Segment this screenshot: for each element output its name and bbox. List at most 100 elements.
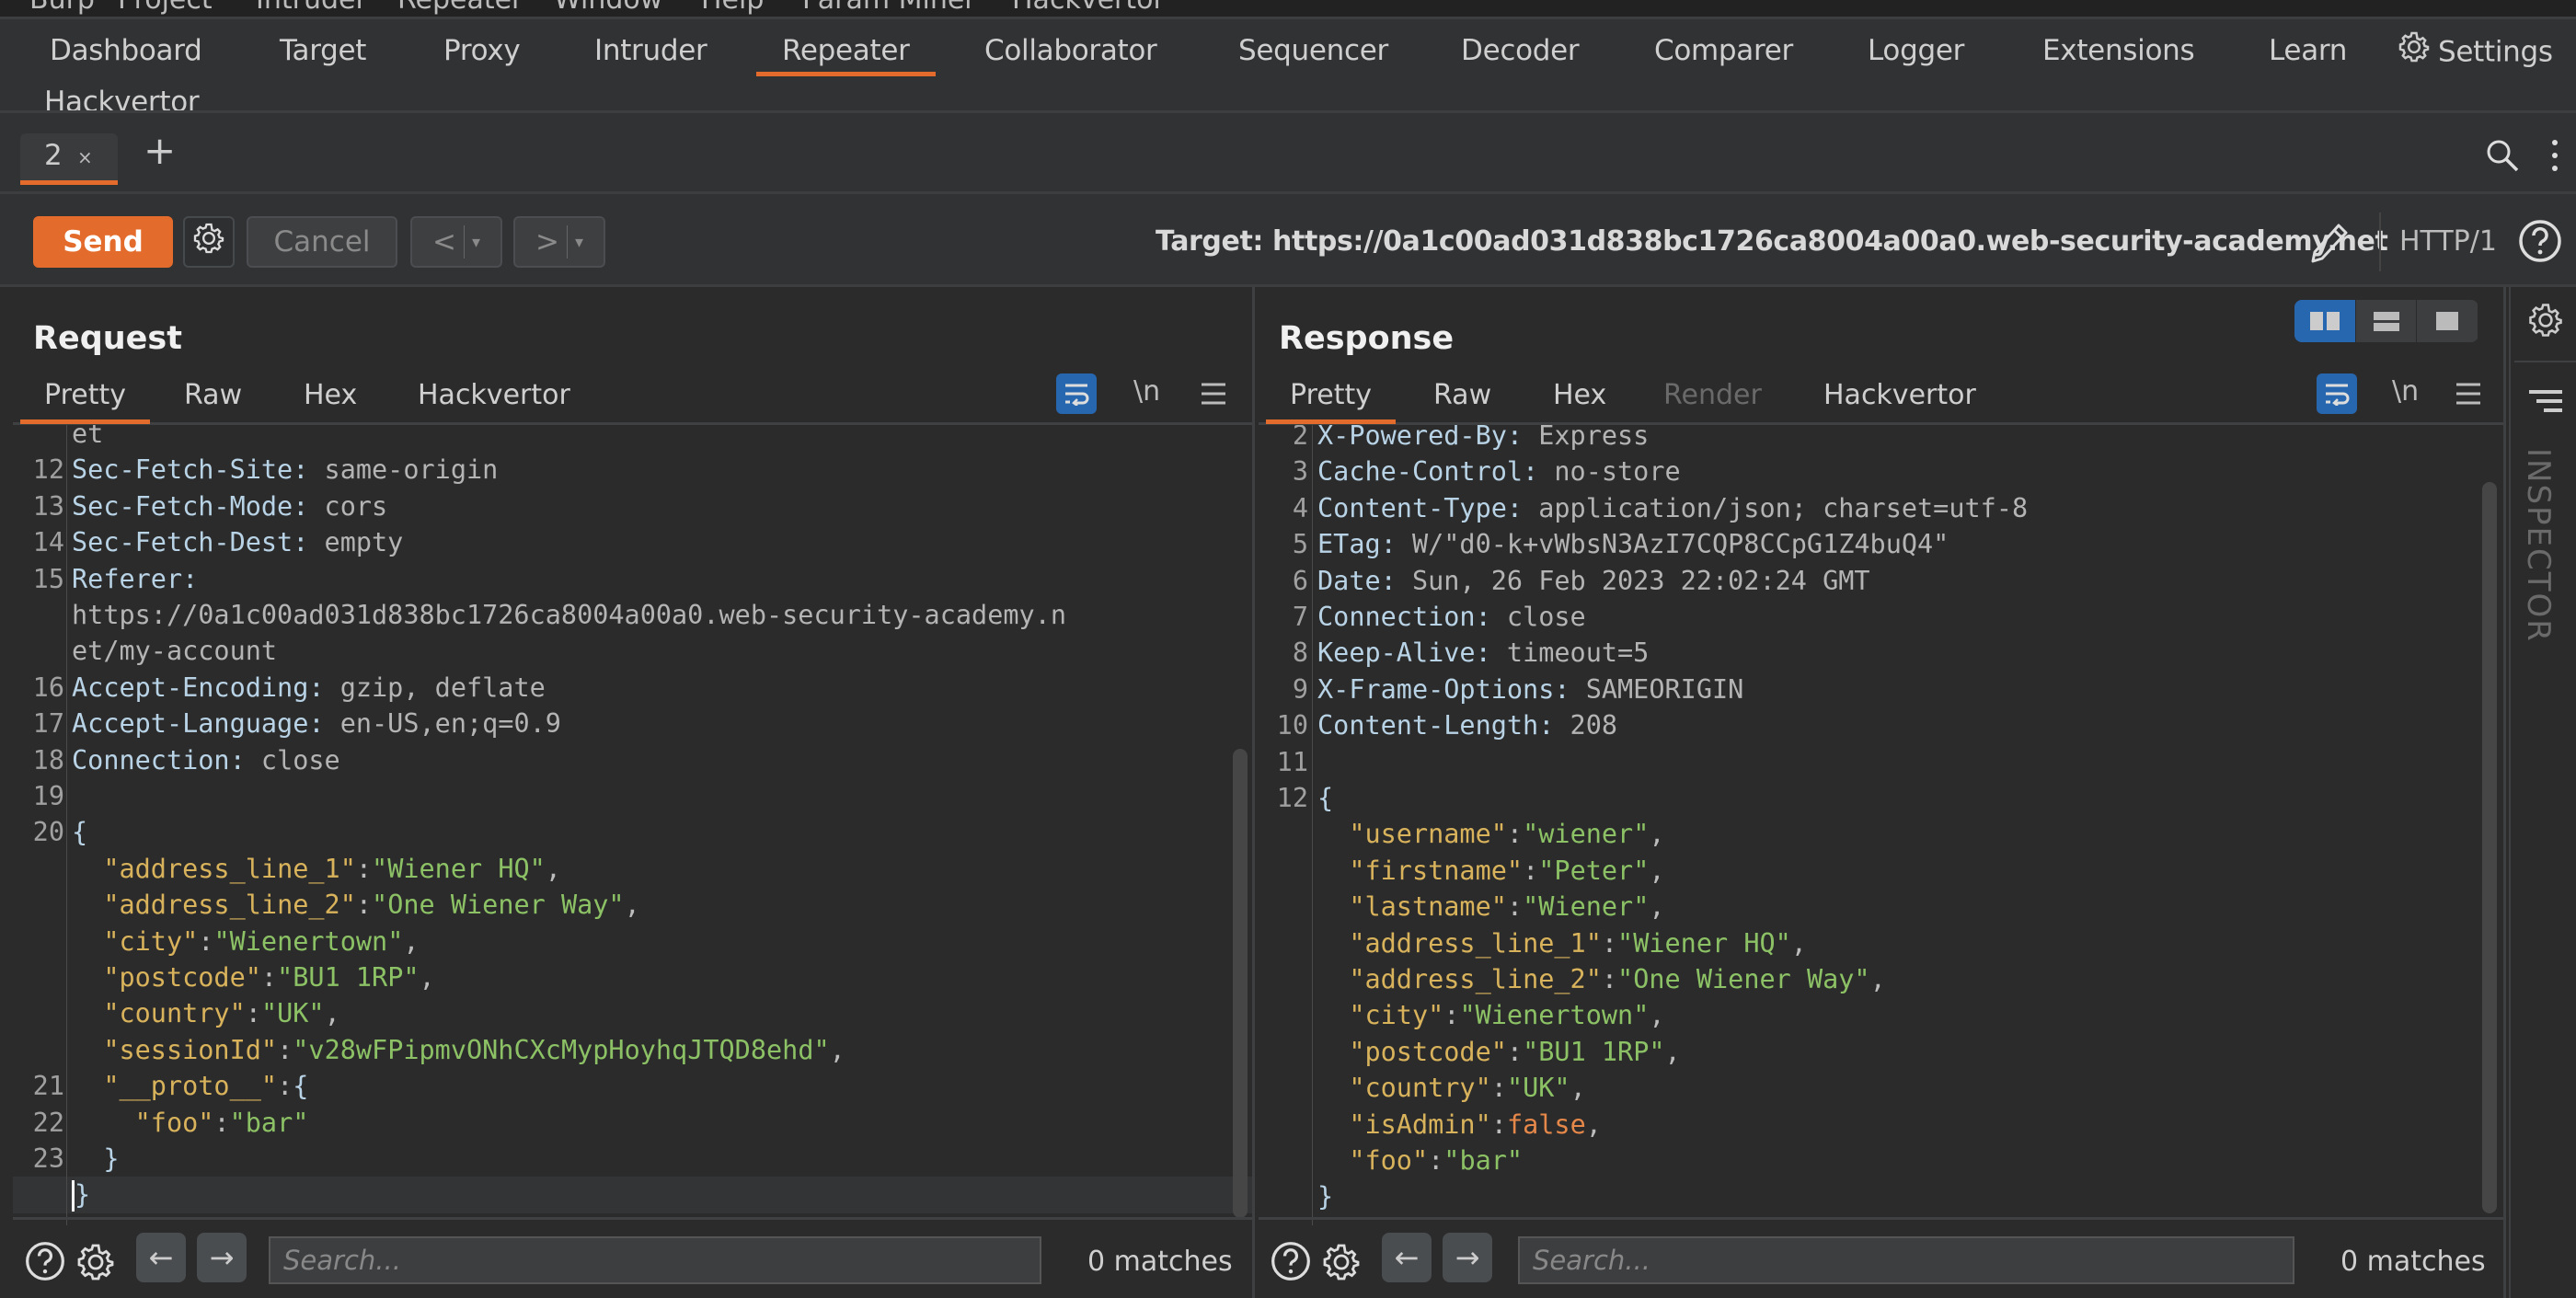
previous-match-button[interactable]: ← xyxy=(1382,1233,1432,1282)
line-number: 17 xyxy=(32,708,64,740)
more-options-icon[interactable] xyxy=(2548,137,2561,178)
word-wrap-toggle[interactable] xyxy=(1056,373,1097,414)
response-tab-hackvertor[interactable]: Hackvertor xyxy=(1823,379,1976,411)
response-tab-raw[interactable]: Raw xyxy=(1433,379,1491,411)
tab-extensions[interactable]: Extensions xyxy=(2042,29,2195,73)
chevron-down-icon[interactable]: ▾ xyxy=(472,233,480,252)
next-match-button[interactable]: → xyxy=(1443,1233,1492,1282)
tab-dashboard[interactable]: Dashboard xyxy=(50,29,202,73)
word-wrap-toggle[interactable] xyxy=(2317,373,2357,414)
response-tab-pretty[interactable]: Pretty xyxy=(1266,379,1396,424)
cancel-button[interactable]: Cancel xyxy=(247,216,397,268)
menu-window[interactable]: Window xyxy=(554,0,662,16)
layout-side-by-side-button[interactable] xyxy=(2294,300,2356,342)
tab-comparer[interactable]: Comparer xyxy=(1654,29,1793,73)
help-icon[interactable] xyxy=(24,1240,66,1286)
request-scrollbar[interactable] xyxy=(1233,749,1248,1218)
hamburger-menu-icon[interactable] xyxy=(1200,381,1227,410)
token: cors xyxy=(308,490,388,522)
previous-match-button[interactable]: ← xyxy=(136,1233,186,1282)
search-settings-gear-icon[interactable] xyxy=(1319,1240,1363,1288)
help-icon[interactable] xyxy=(2517,218,2563,268)
menu-param-miner[interactable]: Param Miner xyxy=(802,0,976,16)
hamburger-menu-icon[interactable] xyxy=(2455,381,2482,410)
response-tab-hex[interactable]: Hex xyxy=(1553,379,1606,411)
token: Connection: xyxy=(72,744,246,775)
next-match-button[interactable]: → xyxy=(197,1233,247,1282)
forward-history-button[interactable]: > ▾ xyxy=(513,216,605,268)
code-text: "address_line_1":"Wiener HQ", xyxy=(1317,925,1807,961)
line-number: 5 xyxy=(1292,529,1308,560)
line-number: 23 xyxy=(32,1143,64,1174)
inspector-sidebar: INSPECTOR xyxy=(2509,287,2576,1298)
edit-target-icon[interactable] xyxy=(2307,220,2352,270)
request-line: "address_line_1":"Wiener HQ", xyxy=(13,851,1252,887)
token: , xyxy=(1649,819,1665,850)
gear-icon[interactable] xyxy=(2525,300,2566,344)
tab-intruder[interactable]: Intruder xyxy=(594,29,707,73)
request-tab-raw[interactable]: Raw xyxy=(184,379,242,411)
menu-burp[interactable]: Burp xyxy=(29,0,95,16)
token: : xyxy=(1490,1108,1507,1140)
token: , xyxy=(1790,927,1807,959)
token: et/my-account xyxy=(72,636,278,667)
request-line: 23 } xyxy=(13,1141,1252,1177)
token: false xyxy=(1506,1108,1586,1140)
menu-help[interactable]: Help xyxy=(701,0,764,16)
tab-sequencer[interactable]: Sequencer xyxy=(1238,29,1388,73)
menu-intruder[interactable]: Intruder xyxy=(256,0,367,16)
request-search-input[interactable] xyxy=(269,1236,1041,1284)
show-newlines-toggle[interactable]: \n xyxy=(1133,375,1160,408)
tab-learn[interactable]: Learn xyxy=(2269,29,2347,73)
response-search-input[interactable] xyxy=(1518,1236,2294,1284)
menu-project[interactable]: Project xyxy=(118,0,213,16)
token: "bar" xyxy=(1443,1145,1524,1176)
repeater-tab-2[interactable]: 2 × xyxy=(20,133,118,185)
tab-repeater[interactable]: Repeater xyxy=(756,29,936,76)
request-tab-hackvertor[interactable]: Hackvertor xyxy=(418,379,570,411)
tab-proxy[interactable]: Proxy xyxy=(443,29,521,73)
menu-hackvertor[interactable]: Hackvertor xyxy=(1012,0,1165,16)
request-editor[interactable]: } 23 } 22 "foo":"bar" 21 "__proto__":{ "ses… xyxy=(13,425,1252,1225)
response-tab-render[interactable]: Render xyxy=(1663,379,1762,411)
filter-icon[interactable] xyxy=(2527,388,2564,419)
layout-single-button[interactable] xyxy=(2417,300,2478,342)
chevron-down-icon[interactable]: ▾ xyxy=(575,233,583,252)
tab-settings[interactable]: Settings xyxy=(2396,29,2553,73)
tab-collaborator[interactable]: Collaborator xyxy=(984,29,1157,73)
request-tab-pretty[interactable]: Pretty xyxy=(20,379,150,424)
close-tab-icon[interactable]: × xyxy=(77,146,93,168)
response-scrollbar[interactable] xyxy=(2482,482,2497,1213)
token: "country" xyxy=(103,998,246,1029)
menu-repeater[interactable]: Repeater xyxy=(397,0,523,16)
request-tab-hex[interactable]: Hex xyxy=(304,379,357,411)
token: "Wiener" xyxy=(1523,891,1650,923)
code-text: Referer: xyxy=(72,561,198,597)
search-settings-gear-icon[interactable] xyxy=(74,1240,118,1288)
show-newlines-toggle[interactable]: \n xyxy=(2392,375,2419,408)
help-icon[interactable] xyxy=(1270,1240,1312,1286)
send-button[interactable]: Send xyxy=(33,216,173,268)
add-tab-button[interactable]: + xyxy=(144,128,176,173)
back-history-button[interactable]: < ▾ xyxy=(410,216,502,268)
http-version-toggle[interactable]: HTTP/1 xyxy=(2399,225,2497,258)
layout-stacked-button[interactable] xyxy=(2356,300,2418,342)
repeater-tabs: 2 × + xyxy=(0,110,2576,191)
response-editor[interactable]: } "foo":"bar" "isAdmin":false, "country"… xyxy=(1259,425,2503,1225)
tab-decoder[interactable]: Decoder xyxy=(1461,29,1580,73)
send-options-button[interactable] xyxy=(183,216,235,268)
line-number: 14 xyxy=(32,527,64,558)
tab-logger[interactable]: Logger xyxy=(1868,29,1964,73)
token: : xyxy=(245,998,261,1029)
request-title: Request xyxy=(33,320,182,357)
code-text: { xyxy=(72,814,87,850)
search-icon[interactable] xyxy=(2484,137,2521,178)
token: "foo" xyxy=(1349,1145,1429,1176)
inspector-label[interactable]: INSPECTOR xyxy=(2520,448,2557,643)
tab-target[interactable]: Target xyxy=(280,29,366,73)
